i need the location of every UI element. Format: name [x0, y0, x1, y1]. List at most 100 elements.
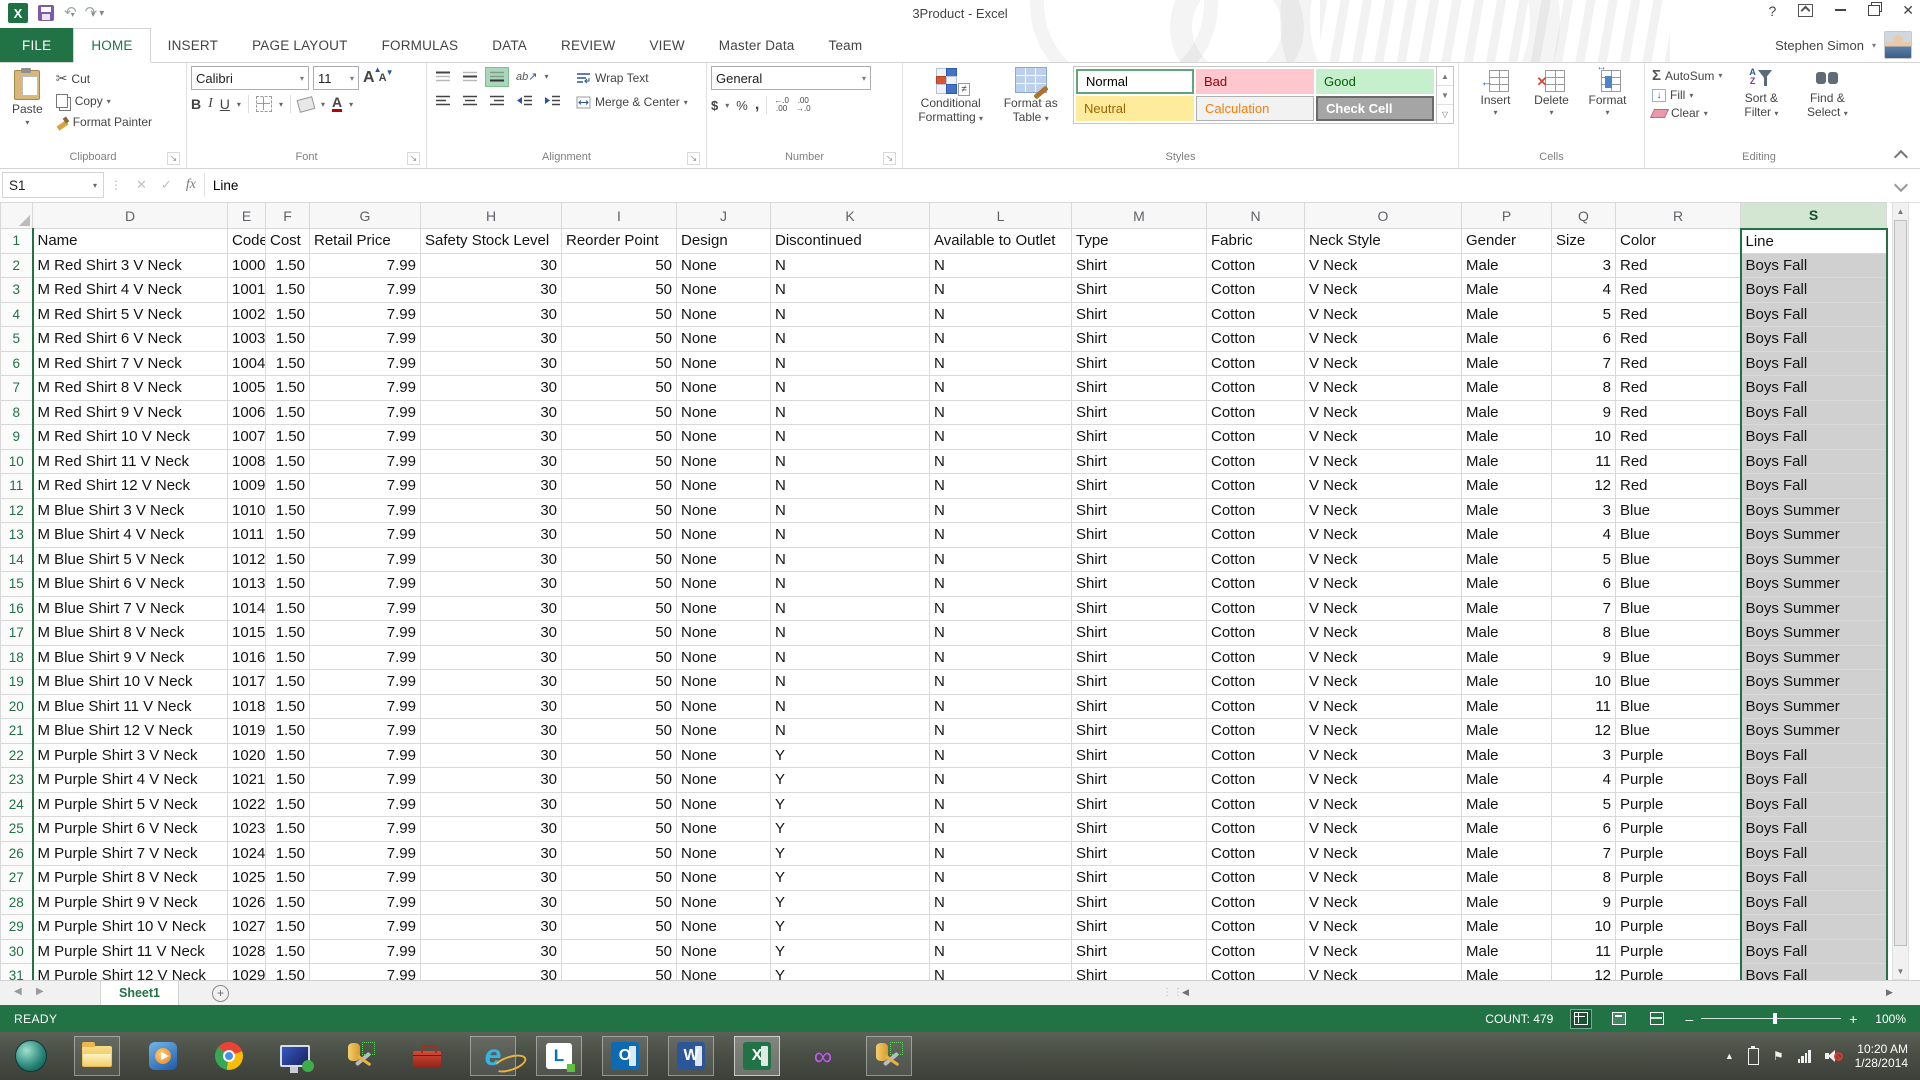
cell-P22[interactable]: Male: [1462, 743, 1552, 768]
cell-I25[interactable]: 50: [562, 817, 677, 842]
cell-L9[interactable]: N: [930, 425, 1072, 450]
align-bottom-button[interactable]: [485, 67, 509, 87]
cell-J11[interactable]: None: [677, 474, 771, 499]
cell-D22[interactable]: M Purple Shirt 3 V Neck: [33, 743, 228, 768]
cell-R12[interactable]: Blue: [1616, 498, 1741, 523]
cell-K6[interactable]: N: [771, 351, 930, 376]
cell-M20[interactable]: Shirt: [1072, 694, 1207, 719]
cell-R3[interactable]: Red: [1616, 278, 1741, 303]
cell-M10[interactable]: Shirt: [1072, 449, 1207, 474]
cell-S18[interactable]: Boys Summer: [1741, 645, 1887, 670]
vertical-scrollbar[interactable]: ▲ ▼: [1892, 202, 1909, 980]
font-size-select[interactable]: 11▾: [313, 66, 359, 90]
column-header-R[interactable]: R: [1616, 203, 1741, 229]
cell-J8[interactable]: None: [677, 400, 771, 425]
cell-D19[interactable]: M Blue Shirt 10 V Neck: [33, 670, 228, 695]
column-header-Q[interactable]: Q: [1552, 203, 1616, 229]
sheet-tab-sheet1[interactable]: Sheet1: [100, 981, 179, 1007]
column-header-J[interactable]: J: [677, 203, 771, 229]
cell-L7[interactable]: N: [930, 376, 1072, 401]
cell-J13[interactable]: None: [677, 523, 771, 548]
increase-decimal-button[interactable]: ←.0.00: [774, 97, 789, 113]
cell-G27[interactable]: 7.99: [310, 866, 421, 891]
new-sheet-button[interactable]: +: [212, 985, 229, 1002]
row-header-2[interactable]: 2: [1, 253, 33, 278]
cell-J15[interactable]: None: [677, 572, 771, 597]
cell-E14[interactable]: 1012: [228, 547, 266, 572]
cell-G8[interactable]: 7.99: [310, 400, 421, 425]
cell-F19[interactable]: 1.50: [266, 670, 310, 695]
cell-K24[interactable]: Y: [771, 792, 930, 817]
cell-K28[interactable]: Y: [771, 890, 930, 915]
cell-J4[interactable]: None: [677, 302, 771, 327]
font-color-button[interactable]: A: [332, 96, 342, 112]
cell-S5[interactable]: Boys Fall: [1741, 327, 1887, 352]
cell-K15[interactable]: N: [771, 572, 930, 597]
copy-button[interactable]: Copy▾: [53, 92, 155, 110]
cell-S27[interactable]: Boys Fall: [1741, 866, 1887, 891]
cell-R15[interactable]: Blue: [1616, 572, 1741, 597]
column-header-I[interactable]: I: [562, 203, 677, 229]
cell-Q16[interactable]: 7: [1552, 596, 1616, 621]
cell-F31[interactable]: 1.50: [266, 964, 310, 981]
restore-button[interactable]: [1868, 5, 1880, 16]
cell-E21[interactable]: 1019: [228, 719, 266, 744]
cell-H24[interactable]: 30: [421, 792, 562, 817]
find-select-button[interactable]: Find &Select ▾: [1797, 66, 1857, 123]
cell-Q21[interactable]: 12: [1552, 719, 1616, 744]
cell-Q27[interactable]: 8: [1552, 866, 1616, 891]
cell-D30[interactable]: M Purple Shirt 11 V Neck: [33, 939, 228, 964]
cell-E16[interactable]: 1014: [228, 596, 266, 621]
cell-J12[interactable]: None: [677, 498, 771, 523]
cell-N13[interactable]: Cotton: [1207, 523, 1305, 548]
cell-G18[interactable]: 7.99: [310, 645, 421, 670]
page-layout-view-button[interactable]: [1609, 1010, 1629, 1028]
save-icon[interactable]: [38, 5, 54, 21]
borders-button[interactable]: [256, 96, 272, 112]
tab-team[interactable]: Team: [812, 28, 880, 62]
cell-K30[interactable]: Y: [771, 939, 930, 964]
cell-Q30[interactable]: 11: [1552, 939, 1616, 964]
cell-N15[interactable]: Cotton: [1207, 572, 1305, 597]
collapse-ribbon-button[interactable]: [1894, 150, 1908, 164]
cell-F5[interactable]: 1.50: [266, 327, 310, 352]
cell-S22[interactable]: Boys Fall: [1741, 743, 1887, 768]
cell-H19[interactable]: 30: [421, 670, 562, 695]
cell-L4[interactable]: N: [930, 302, 1072, 327]
row-header-29[interactable]: 29: [1, 915, 33, 940]
tab-formulas[interactable]: FORMULAS: [365, 28, 476, 62]
help-button[interactable]: ?: [1768, 3, 1776, 19]
fill-color-button[interactable]: [297, 96, 316, 113]
cell-S6[interactable]: Boys Fall: [1741, 351, 1887, 376]
cell-P2[interactable]: Male: [1462, 253, 1552, 278]
taskbar-word[interactable]: W: [668, 1036, 714, 1076]
cell-R22[interactable]: Purple: [1616, 743, 1741, 768]
column-header-G[interactable]: G: [310, 203, 421, 229]
cell-D12[interactable]: M Blue Shirt 3 V Neck: [33, 498, 228, 523]
cell-P25[interactable]: Male: [1462, 817, 1552, 842]
cell-R21[interactable]: Blue: [1616, 719, 1741, 744]
cell-Q25[interactable]: 6: [1552, 817, 1616, 842]
cell-S10[interactable]: Boys Fall: [1741, 449, 1887, 474]
cell-P30[interactable]: Male: [1462, 939, 1552, 964]
cell-E1[interactable]: Code: [228, 229, 266, 254]
cell-E20[interactable]: 1018: [228, 694, 266, 719]
cell-P24[interactable]: Male: [1462, 792, 1552, 817]
cell-K31[interactable]: Y: [771, 964, 930, 981]
cell-K26[interactable]: Y: [771, 841, 930, 866]
cell-N10[interactable]: Cotton: [1207, 449, 1305, 474]
orientation-button[interactable]: ab↗: [512, 66, 541, 87]
row-header-9[interactable]: 9: [1, 425, 33, 450]
cell-I1[interactable]: Reorder Point: [562, 229, 677, 254]
column-header-L[interactable]: L: [930, 203, 1072, 229]
close-button[interactable]: ✕: [1902, 2, 1914, 19]
scroll-down-button[interactable]: ▼: [1893, 963, 1908, 979]
cell-M13[interactable]: Shirt: [1072, 523, 1207, 548]
tab-home[interactable]: HOME: [73, 28, 150, 63]
cell-G11[interactable]: 7.99: [310, 474, 421, 499]
cell-I23[interactable]: 50: [562, 768, 677, 793]
scroll-up-button[interactable]: ▲: [1893, 203, 1908, 219]
cell-Q29[interactable]: 10: [1552, 915, 1616, 940]
taskbar-remote-desktop[interactable]: [272, 1036, 318, 1076]
row-header-23[interactable]: 23: [1, 768, 33, 793]
